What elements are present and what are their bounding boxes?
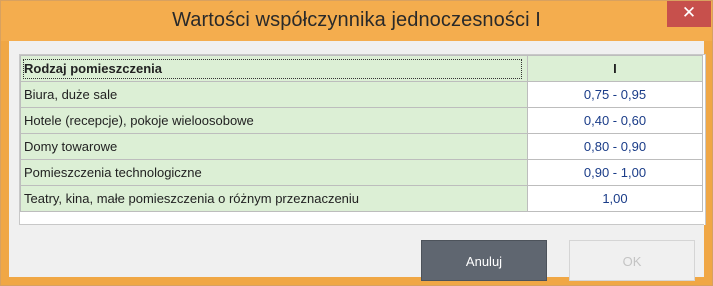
row-room-type-cell[interactable]: Teatry, kina, małe pomieszczenia o różny… (20, 185, 528, 212)
table-row[interactable]: Biura, duże sale 0,75 - 0,95 (20, 81, 704, 108)
table-header-row: Rodzaj pomieszczenia I (20, 55, 704, 82)
ok-button[interactable]: OK (569, 240, 695, 281)
row-factor-cell[interactable]: 0,80 - 0,90 (526, 133, 704, 160)
row-room-type-cell[interactable]: Pomieszczenia technologiczne (20, 159, 528, 186)
title-bar[interactable]: Wartości współczynnika jednoczesności I (1, 1, 712, 41)
column-header-factor[interactable]: I (526, 55, 704, 82)
table-row[interactable]: Hotele (recepcje), pokoje wieloosobowe 0… (20, 107, 704, 134)
grid-bottom-divider (19, 224, 704, 225)
column-header-room-type-label: Rodzaj pomieszczenia (23, 58, 522, 79)
row-factor-cell[interactable]: 1,00 (526, 185, 704, 212)
close-icon[interactable]: ✕ (667, 1, 711, 27)
row-factor-cell[interactable]: 0,40 - 0,60 (526, 107, 704, 134)
values-table: Rodzaj pomieszczenia I Biura, duże sale … (20, 55, 704, 212)
table-row[interactable]: Teatry, kina, małe pomieszczenia o różny… (20, 185, 704, 212)
column-header-room-type[interactable]: Rodzaj pomieszczenia (20, 55, 528, 82)
table-row[interactable]: Pomieszczenia technologiczne 0,90 - 1,00 (20, 159, 704, 186)
values-grid: Rodzaj pomieszczenia I Biura, duże sale … (19, 54, 706, 225)
table-row[interactable]: Domy towarowe 0,80 - 0,90 (20, 133, 704, 160)
dialog-content: Rodzaj pomieszczenia I Biura, duże sale … (9, 41, 706, 281)
row-room-type-cell[interactable]: Domy towarowe (20, 133, 528, 160)
row-factor-cell[interactable]: 0,75 - 0,95 (526, 81, 704, 108)
row-factor-cell[interactable]: 0,90 - 1,00 (526, 159, 704, 186)
row-room-type-cell[interactable]: Hotele (recepcje), pokoje wieloosobowe (20, 107, 528, 134)
dialog-title: Wartości współczynnika jednoczesności I (172, 9, 541, 31)
dialog-window: Wartości współczynnika jednoczesności I … (0, 0, 713, 286)
cancel-button[interactable]: Anuluj (421, 240, 547, 281)
row-room-type-cell[interactable]: Biura, duże sale (20, 81, 528, 108)
